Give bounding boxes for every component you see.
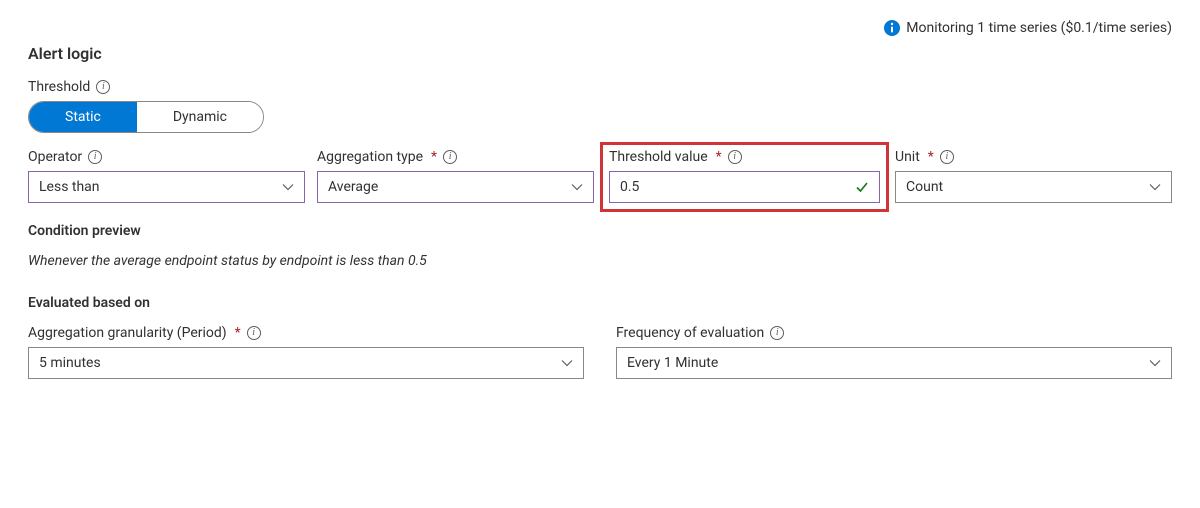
threshold-option-static[interactable]: Static	[29, 102, 137, 132]
frequency-select[interactable]: Every 1 Minute	[616, 347, 1172, 379]
unit-label: Unit	[895, 149, 920, 165]
granularity-label-row: Aggregation granularity (Period) * i	[28, 325, 584, 341]
operator-select[interactable]: Less than	[28, 171, 305, 203]
chevron-down-icon	[1149, 181, 1161, 193]
required-marker: *	[928, 149, 934, 165]
info-icon[interactable]: i	[728, 150, 742, 164]
monitoring-badge-text: Monitoring 1 time series ($0.1/time seri…	[906, 20, 1172, 36]
operator-label-row: Operator i	[28, 149, 305, 165]
required-marker: *	[431, 149, 437, 165]
threshold-value-input[interactable]	[620, 179, 845, 195]
chevron-down-icon	[1149, 357, 1161, 369]
threshold-value-label: Threshold value	[609, 149, 708, 165]
unit-value: Count	[906, 179, 943, 195]
granularity-value: 5 minutes	[39, 355, 101, 371]
threshold-label: Threshold	[28, 79, 90, 95]
granularity-label: Aggregation granularity (Period)	[28, 325, 227, 341]
info-icon[interactable]: i	[940, 150, 954, 164]
threshold-value-input-wrapper	[609, 171, 880, 203]
chevron-down-icon	[571, 181, 583, 193]
info-icon[interactable]: i	[770, 326, 784, 340]
threshold-highlight: Threshold value * i	[600, 142, 889, 212]
chevron-down-icon	[561, 357, 573, 369]
unit-label-row: Unit * i	[895, 149, 1172, 165]
unit-select[interactable]: Count	[895, 171, 1172, 203]
threshold-label-row: Threshold i	[28, 79, 1172, 95]
info-icon[interactable]: i	[96, 80, 110, 94]
section-title: Alert logic	[28, 44, 1172, 63]
chevron-down-icon	[282, 181, 294, 193]
required-marker: *	[235, 325, 241, 341]
condition-preview-text: Whenever the average endpoint status by …	[28, 253, 1172, 269]
condition-preview-title: Condition preview	[28, 223, 1172, 239]
info-icon[interactable]: i	[88, 150, 102, 164]
required-marker: *	[716, 149, 722, 165]
threshold-value-label-row: Threshold value * i	[609, 149, 880, 165]
aggregation-type-select[interactable]: Average	[317, 171, 594, 203]
threshold-option-dynamic[interactable]: Dynamic	[137, 102, 263, 132]
threshold-toggle: Static Dynamic	[28, 101, 264, 133]
frequency-value: Every 1 Minute	[627, 355, 718, 371]
operator-label: Operator	[28, 149, 82, 165]
frequency-label: Frequency of evaluation	[616, 325, 764, 341]
check-icon	[855, 180, 869, 194]
monitoring-badge: Monitoring 1 time series ($0.1/time seri…	[28, 20, 1172, 36]
granularity-select[interactable]: 5 minutes	[28, 347, 584, 379]
aggregation-type-label: Aggregation type	[317, 149, 423, 165]
aggregation-type-value: Average	[328, 179, 378, 195]
info-icon[interactable]: i	[443, 150, 457, 164]
info-icon[interactable]: i	[247, 326, 261, 340]
evaluated-title: Evaluated based on	[28, 295, 1172, 311]
aggregation-type-label-row: Aggregation type * i	[317, 149, 594, 165]
frequency-label-row: Frequency of evaluation i	[616, 325, 1172, 341]
operator-value: Less than	[39, 179, 100, 195]
info-filled-icon	[884, 20, 900, 36]
